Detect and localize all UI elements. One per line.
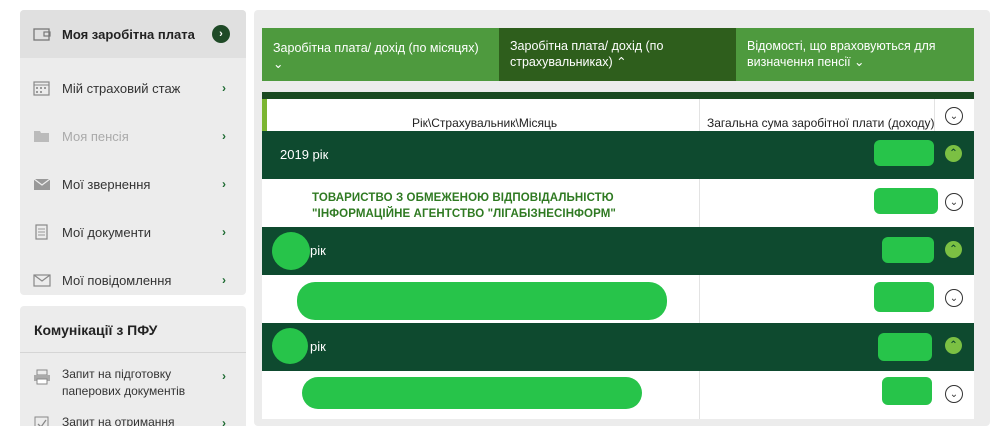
redacted-amount bbox=[874, 188, 938, 214]
sidebar-item-label: Мій страховий стаж bbox=[62, 80, 181, 96]
expand-icon[interactable]: ⌄ bbox=[945, 385, 963, 403]
redacted-year bbox=[272, 328, 308, 364]
divider bbox=[934, 99, 935, 131]
expand-icon[interactable]: ⌄ bbox=[945, 289, 963, 307]
table-top-bar bbox=[262, 92, 974, 99]
salary-table: Рік\Страхувальник\Місяць Загальна сума з… bbox=[262, 92, 974, 419]
year-label: рік bbox=[310, 339, 326, 354]
communications-panel: Комунікації з ПФУ Запит на підготовку па… bbox=[20, 306, 246, 426]
divider bbox=[699, 275, 700, 323]
divider bbox=[699, 99, 700, 131]
sidebar: Моя заробітна плата › Мій страховий стаж… bbox=[20, 10, 246, 295]
sidebar-item-label: Мої документи bbox=[62, 224, 151, 240]
tab-salary-by-month[interactable]: Заробітна плата/ дохід (по місяцях) ⌄ bbox=[262, 28, 499, 81]
table-row-year[interactable]: 2019 рік ⌃ bbox=[262, 131, 974, 179]
folder-icon bbox=[33, 128, 51, 144]
sidebar-item-label: Мої звернення bbox=[62, 176, 151, 192]
sidebar-item-label: Мої повідомлення bbox=[62, 272, 172, 288]
sidebar-item-label: Моя заробітна плата bbox=[62, 26, 195, 42]
chevron-right-icon: › bbox=[222, 369, 226, 383]
table-row-year[interactable]: рік ⌃ bbox=[262, 323, 974, 371]
redacted-amount bbox=[882, 377, 932, 405]
table-accent-bar bbox=[262, 99, 267, 131]
sidebar-item-salary[interactable]: Моя заробітна плата › bbox=[20, 10, 246, 58]
sidebar-item-label: Моя пенсія bbox=[62, 128, 129, 144]
year-label: рік bbox=[310, 243, 326, 258]
tabs: Заробітна плата/ дохід (по місяцях) ⌄ За… bbox=[262, 28, 974, 81]
sidebar-item-insurance[interactable]: Мій страховий стаж › bbox=[20, 64, 246, 112]
comm-item-label: Запит на отримання bbox=[62, 415, 175, 426]
divider bbox=[699, 371, 700, 419]
expand-all-icon[interactable]: ⌄ bbox=[945, 107, 963, 125]
calendar-icon bbox=[33, 80, 51, 96]
redacted-employer bbox=[297, 282, 667, 320]
chevron-right-icon: › bbox=[222, 273, 226, 287]
chevron-right-icon: › bbox=[222, 416, 226, 426]
sidebar-item-documents[interactable]: Мої документи › bbox=[20, 208, 246, 256]
column-header-total: Загальна сума заробітної плати (доходу) bbox=[707, 116, 935, 130]
employer-name: ТОВАРИСТВО З ОБМЕЖЕНОЮ ВІДПОВІДАЛЬНІСТЮ … bbox=[312, 192, 616, 220]
comm-item-label: Запит на підготовку паперових документів bbox=[62, 367, 186, 398]
main-panel: Заробітна плата/ дохід (по місяцях) ⌄ За… bbox=[254, 10, 990, 426]
table-row-employer[interactable]: ТОВАРИСТВО З ОБМЕЖЕНОЮ ВІДПОВІДАЛЬНІСТЮ … bbox=[262, 179, 974, 227]
envelope-icon bbox=[33, 176, 51, 192]
comm-item-paper-docs[interactable]: Запит на підготовку паперових документів… bbox=[20, 366, 246, 406]
collapse-icon[interactable]: ⌃ bbox=[945, 241, 962, 258]
divider bbox=[20, 352, 246, 353]
redacted-amount bbox=[882, 237, 934, 263]
tab-pension-info[interactable]: Відомості, що враховуються для визначенн… bbox=[736, 28, 974, 81]
wallet-icon bbox=[33, 26, 51, 42]
table-row-employer[interactable]: ⌄ bbox=[262, 275, 974, 323]
printer-icon bbox=[33, 369, 51, 385]
chevron-right-icon: › bbox=[222, 225, 226, 239]
redacted-amount bbox=[878, 333, 932, 361]
chevron-right-icon: › bbox=[222, 129, 226, 143]
expand-icon[interactable]: ⌄ bbox=[945, 193, 963, 211]
sidebar-item-pension[interactable]: Моя пенсія › bbox=[20, 112, 246, 160]
divider bbox=[699, 179, 700, 227]
comm-item-request[interactable]: Запит на отримання › bbox=[20, 414, 246, 426]
collapse-icon[interactable]: ⌃ bbox=[945, 145, 962, 162]
redacted-employer bbox=[302, 377, 642, 409]
collapse-icon[interactable]: ⌃ bbox=[945, 337, 962, 354]
chevron-right-icon: › bbox=[222, 177, 226, 191]
year-label: 2019 рік bbox=[280, 147, 329, 162]
communications-title: Комунікації з ПФУ bbox=[34, 322, 158, 338]
tab-salary-by-employer[interactable]: Заробітна плата/ дохід (по страхувальник… bbox=[499, 28, 736, 81]
table-row-year[interactable]: рік ⌃ bbox=[262, 227, 974, 275]
chevron-right-icon: › bbox=[212, 25, 230, 43]
sidebar-item-messages[interactable]: Мої повідомлення › bbox=[20, 256, 246, 304]
redacted-amount bbox=[874, 282, 934, 312]
checklist-icon bbox=[33, 416, 51, 426]
redacted-amount bbox=[874, 140, 934, 166]
document-icon bbox=[33, 224, 51, 240]
redacted-year bbox=[272, 232, 310, 270]
sidebar-item-appeals[interactable]: Мої звернення › bbox=[20, 160, 246, 208]
column-header-period: Рік\Страхувальник\Місяць bbox=[412, 116, 558, 130]
chevron-right-icon: › bbox=[222, 81, 226, 95]
table-row-employer[interactable]: ⌄ bbox=[262, 371, 974, 419]
mail-icon bbox=[33, 272, 51, 288]
